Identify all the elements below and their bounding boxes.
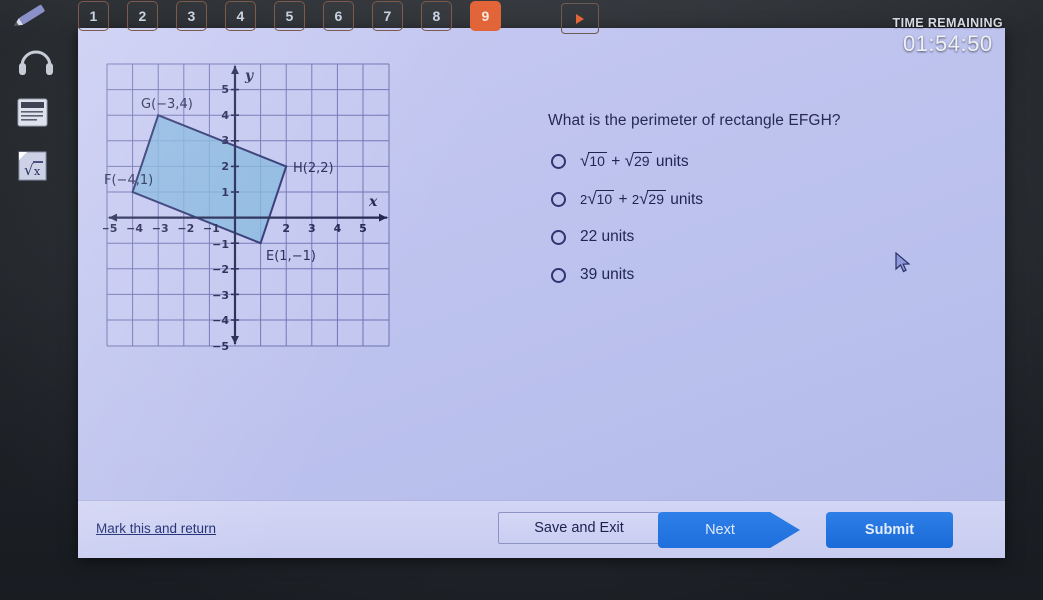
question-number-label: 8 [432,8,441,24]
time-remaining: TIME REMAINING 01:54:50 [893,16,1003,57]
x-axis-label: x [368,194,378,210]
question-number-2[interactable]: 2 [127,1,158,31]
radio-button-b[interactable] [551,191,566,207]
answer-option-a-label: √ 10 + √ 29 units [580,150,689,170]
svg-text:−1: −1 [203,222,220,235]
vertex-label-h: H(2,2) [293,161,334,176]
time-remaining-label: TIME REMAINING [892,16,1003,30]
svg-text:−5: −5 [212,340,229,352]
question-number-label: 4 [236,8,245,24]
answer-option-d[interactable]: 39 units [551,262,981,288]
headphones-icon[interactable] [16,46,56,81]
question-navigation-bar: 1 2 3 4 5 6 7 8 9 [0,0,1043,38]
question-number-3[interactable]: 3 [176,1,207,31]
square-root-formula-icon[interactable]: √ x [16,150,50,187]
answer-option-b[interactable]: 2 √ 10 + 2 √ 29 units [551,186,981,212]
svg-text:−2: −2 [177,222,194,235]
svg-text:−5: −5 [103,222,117,235]
svg-text:1: 1 [221,186,229,199]
radio-button-a[interactable] [551,153,566,169]
svg-text:−3: −3 [212,289,229,302]
svg-text:5: 5 [221,83,229,96]
vertex-label-e: E(1,−1) [266,249,316,264]
svg-text:−3: −3 [152,222,169,235]
time-remaining-value: 01:54:50 [902,31,993,56]
svg-text:−1: −1 [212,238,229,251]
answer-options: √ 10 + √ 29 units 2 √ 10 + 2 √ 29 units 22 uni… [551,148,981,300]
calculator-icon[interactable] [16,98,50,133]
question-number-7[interactable]: 7 [372,1,403,31]
question-number-5[interactable]: 5 [274,1,305,31]
question-number-label: 7 [383,8,392,24]
vertex-label-g: G(−3,4) [141,97,193,112]
next-button[interactable]: Next [658,512,800,548]
answer-option-d-label: 39 units [580,266,635,283]
radio-button-c[interactable] [551,229,566,245]
question-number-9[interactable]: 9 [470,1,501,31]
y-axis-label: y [244,68,254,84]
exam-content-panel: x y −5 −4 −3 −2 −1 2 3 4 5 5 4 3 2 1 −1 … [78,28,1005,558]
question-number-label: 1 [89,8,98,24]
svg-text:4: 4 [334,222,342,235]
svg-text:5: 5 [359,222,367,235]
mark-this-and-return-link[interactable]: Mark this and return [96,521,216,536]
question-number-label: 6 [334,8,343,24]
svg-text:−2: −2 [212,263,229,276]
answer-option-c[interactable]: 22 units [551,224,981,250]
question-number-8[interactable]: 8 [421,1,452,31]
svg-text:3: 3 [308,222,316,235]
question-number-label: 3 [187,8,196,24]
question-number-1[interactable]: 1 [78,1,109,31]
answer-option-b-label: 2 √ 10 + 2 √ 29 units [580,188,704,208]
question-number-6[interactable]: 6 [323,1,354,31]
svg-text:−4: −4 [126,222,143,235]
svg-text:x: x [34,165,41,178]
svg-text:2: 2 [221,160,229,173]
graph-svg: x y −5 −4 −3 −2 −1 2 3 4 5 5 4 3 2 1 −1 … [101,63,390,353]
question-number-label: 5 [285,8,294,24]
question-number-4[interactable]: 4 [225,1,256,31]
vertex-label-f: F(−4,1) [104,173,153,188]
question-number-label: 9 [481,8,490,24]
exam-action-bar: Mark this and return Save and Exit Next … [78,500,1005,558]
coordinate-graph: x y −5 −4 −3 −2 −1 2 3 4 5 5 4 3 2 1 −1 … [101,60,413,353]
save-and-exit-button[interactable]: Save and Exit [498,512,660,544]
next-question-arrow-button[interactable] [561,3,599,34]
question-text: What is the perimeter of rectangle EFGH? [548,112,841,129]
answer-option-c-label: 22 units [580,228,635,245]
mouse-cursor [895,251,913,281]
submit-button[interactable]: Submit [826,512,953,548]
play-arrow-icon [576,13,584,24]
answer-option-a[interactable]: √ 10 + √ 29 units [551,148,981,174]
svg-text:√: √ [24,161,34,179]
question-number-label: 2 [138,8,147,24]
svg-text:2: 2 [282,222,290,235]
radio-button-d[interactable] [551,267,566,283]
svg-text:3: 3 [221,134,229,147]
svg-text:4: 4 [221,109,229,122]
pencil-icon[interactable] [6,2,54,32]
svg-text:−4: −4 [212,314,229,327]
